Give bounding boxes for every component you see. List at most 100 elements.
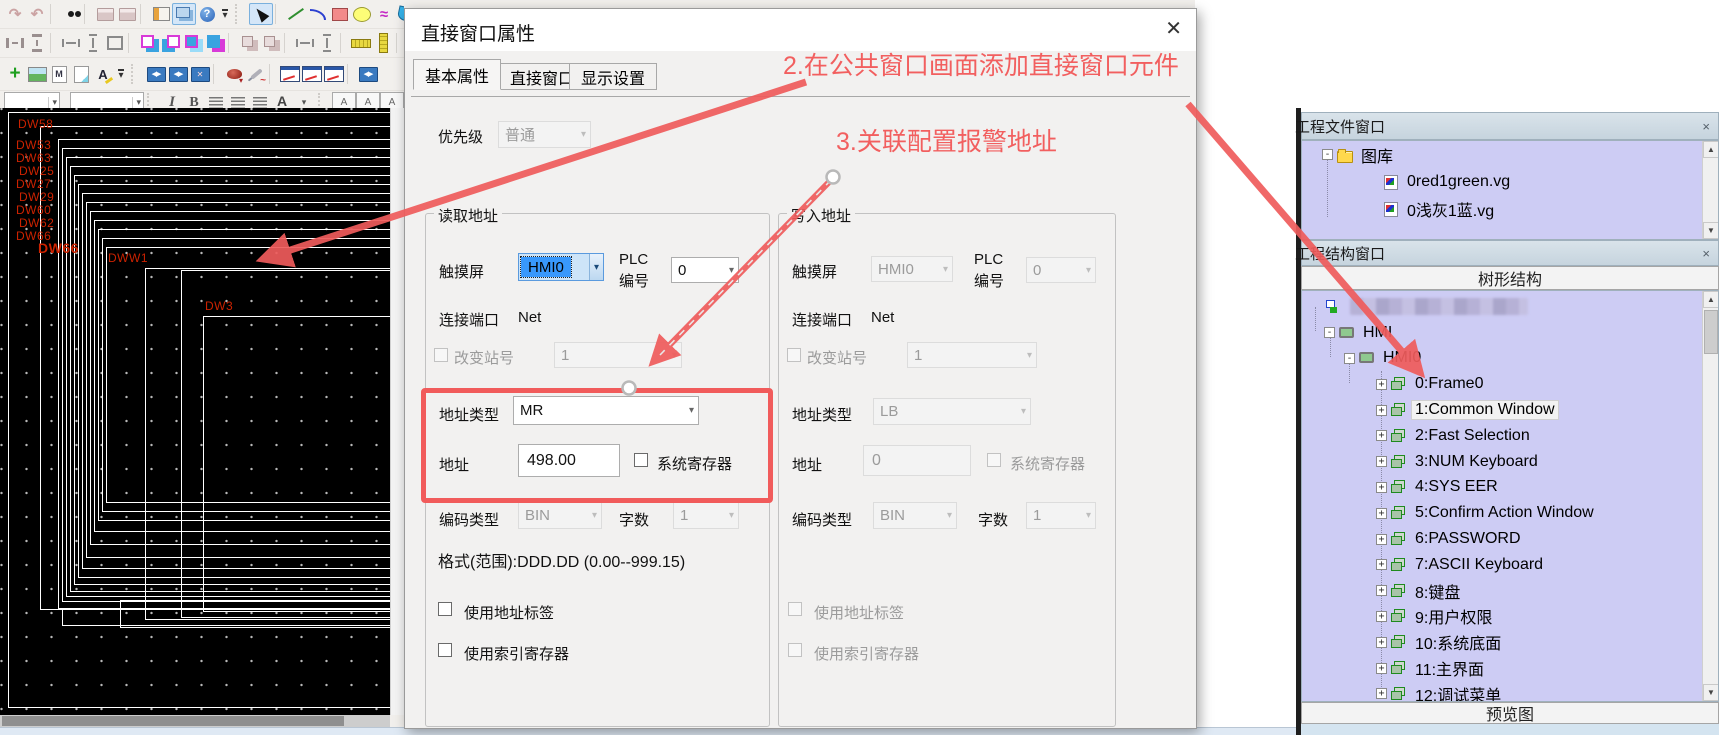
expand-toggle[interactable]: - [1322, 149, 1333, 160]
align-center-h-icon[interactable] [4, 33, 26, 53]
expand-toggle[interactable]: + [1376, 637, 1387, 648]
expand-toggle[interactable]: + [1376, 405, 1387, 416]
file-tree-item[interactable]: 0浅灰1蓝.vg [1302, 195, 1718, 222]
write-encode-select[interactable]: BIN [873, 502, 957, 529]
write-change-station-checkbox[interactable] [787, 348, 801, 362]
macro-doc-icon[interactable] [48, 64, 70, 84]
line-tool-icon[interactable] [285, 4, 307, 24]
italic-icon[interactable] [161, 93, 183, 110]
curve-tool-icon[interactable] [307, 4, 329, 24]
group-icon[interactable] [182, 33, 204, 53]
close-icon[interactable]: × [1702, 246, 1710, 261]
expand-toggle[interactable]: - [1324, 327, 1335, 338]
scroll-down-icon[interactable]: ▼ [1703, 222, 1719, 239]
undo-icon[interactable] [26, 4, 48, 24]
print-preview-icon[interactable] [116, 4, 138, 24]
select-window-icon[interactable] [172, 3, 196, 25]
write-words-select[interactable]: 1 [1026, 502, 1096, 529]
online-sim-icon[interactable] [301, 64, 323, 84]
ungroup-icon[interactable] [204, 33, 226, 53]
tree-item[interactable]: + 4:SYS EER [1302, 475, 1718, 501]
expand-toggle[interactable]: + [1376, 585, 1387, 596]
new-doc-icon[interactable] [70, 64, 92, 84]
close-icon[interactable]: × [1702, 119, 1710, 134]
redo-icon[interactable] [4, 4, 26, 24]
write-use-tag-checkbox[interactable] [788, 602, 802, 616]
expand-toggle[interactable]: + [1376, 534, 1387, 545]
compile-all-icon[interactable] [167, 64, 189, 84]
toolbar-overflow-icon[interactable] [114, 64, 128, 84]
tree-item[interactable]: + 10:系统底面 [1302, 629, 1718, 655]
rect-tool-icon[interactable] [329, 4, 351, 24]
read-addr-input[interactable]: 498.00 [518, 444, 620, 477]
compile-icon[interactable] [145, 64, 167, 84]
expand-toggle[interactable]: + [1376, 611, 1387, 622]
same-size-icon[interactable] [104, 33, 126, 53]
expand-toggle[interactable]: + [1376, 379, 1387, 390]
transfer-icon[interactable] [357, 64, 379, 84]
scrollbar-thumb[interactable] [1704, 310, 1718, 354]
expand-toggle[interactable]: + [1376, 688, 1387, 699]
same-height-icon[interactable] [82, 33, 104, 53]
user-card-icon[interactable] [150, 4, 172, 24]
tab-display-settings[interactable]: 显示设置 [569, 63, 657, 90]
system-settings-icon[interactable] [323, 64, 345, 84]
clear-compile-icon[interactable] [189, 64, 211, 84]
font-family-select[interactable] [4, 92, 60, 110]
font-color-dropdown[interactable] [293, 93, 315, 110]
read-touchscreen-select[interactable]: HMI0 [518, 253, 604, 281]
space-v-icon[interactable] [260, 33, 282, 53]
expand-toggle[interactable]: + [1376, 482, 1387, 493]
preview-header[interactable]: 预览图 [1301, 702, 1719, 724]
font-size-select[interactable] [70, 92, 144, 110]
help-icon[interactable] [196, 4, 218, 24]
align-left-icon[interactable] [205, 93, 227, 110]
tree-item[interactable]: + 2:Fast Selection [1302, 423, 1718, 449]
write-plc-number-select[interactable]: 0 [1026, 257, 1096, 283]
expand-toggle[interactable]: - [1344, 353, 1355, 364]
project-file-panel-header[interactable]: 工程文件窗口 × [1301, 112, 1719, 140]
stretch-h-icon[interactable] [294, 33, 316, 53]
space-h-icon[interactable] [238, 33, 260, 53]
scroll-up-icon[interactable]: ▲ [1703, 141, 1719, 158]
same-width-icon[interactable] [60, 33, 82, 53]
font-color-icon[interactable] [271, 93, 293, 110]
stretch-v-icon[interactable] [316, 33, 338, 53]
add-screen-icon[interactable] [4, 64, 26, 84]
find-icon[interactable] [60, 4, 82, 24]
read-sysreg-checkbox[interactable] [634, 453, 648, 467]
scroll-up-icon[interactable]: ▲ [1703, 291, 1719, 308]
expand-toggle[interactable]: + [1376, 508, 1387, 519]
tree-item[interactable]: + 12:调试菜单 [1302, 681, 1718, 702]
toolbar-overflow-icon[interactable] [218, 4, 232, 24]
scrollbar-thumb[interactable] [2, 716, 344, 726]
structure-panel-scrollbar[interactable]: ▲ ▼ [1702, 291, 1719, 701]
bring-front-icon[interactable] [138, 33, 160, 53]
file-tree-item[interactable]: - 图库 [1302, 141, 1718, 168]
project-structure-tree[interactable]: - HMI - HMI0 + 0:Frame0 + [1301, 290, 1719, 702]
read-change-station-checkbox[interactable] [434, 348, 448, 362]
tree-item[interactable]: - HMI [1302, 320, 1718, 346]
write-station-select[interactable]: 1 [907, 342, 1037, 368]
dialog-title-bar[interactable]: 直接窗口属性 ✕ [405, 9, 1196, 51]
write-sysreg-checkbox[interactable] [987, 453, 1001, 467]
expand-toggle[interactable]: + [1376, 663, 1387, 674]
read-words-select[interactable]: 1 [673, 502, 739, 529]
tree-item[interactable]: + 9:用户权限 [1302, 604, 1718, 630]
align-center-icon[interactable] [227, 93, 249, 110]
tree-item[interactable]: - HMI0 [1302, 346, 1718, 372]
cursor-tool-icon[interactable] [249, 3, 273, 25]
expand-toggle[interactable]: + [1376, 456, 1387, 467]
tree-structure-header[interactable]: 树形结构 [1301, 266, 1719, 290]
tree-item[interactable]: + 8:键盘 [1302, 578, 1718, 604]
file-tree-item[interactable]: 0red1green.vg [1302, 168, 1718, 195]
write-touchscreen-select[interactable]: HMI0 [871, 256, 953, 282]
align-center-v-icon[interactable] [26, 33, 48, 53]
read-addr-type-select[interactable]: MR [513, 396, 699, 425]
read-use-tag-checkbox[interactable] [438, 602, 452, 616]
print-icon[interactable] [94, 4, 116, 24]
write-use-index-checkbox[interactable] [788, 643, 802, 657]
ellipse-tool-icon[interactable] [351, 4, 373, 24]
expand-toggle[interactable]: + [1376, 430, 1387, 441]
read-encode-select[interactable]: BIN [518, 502, 602, 529]
